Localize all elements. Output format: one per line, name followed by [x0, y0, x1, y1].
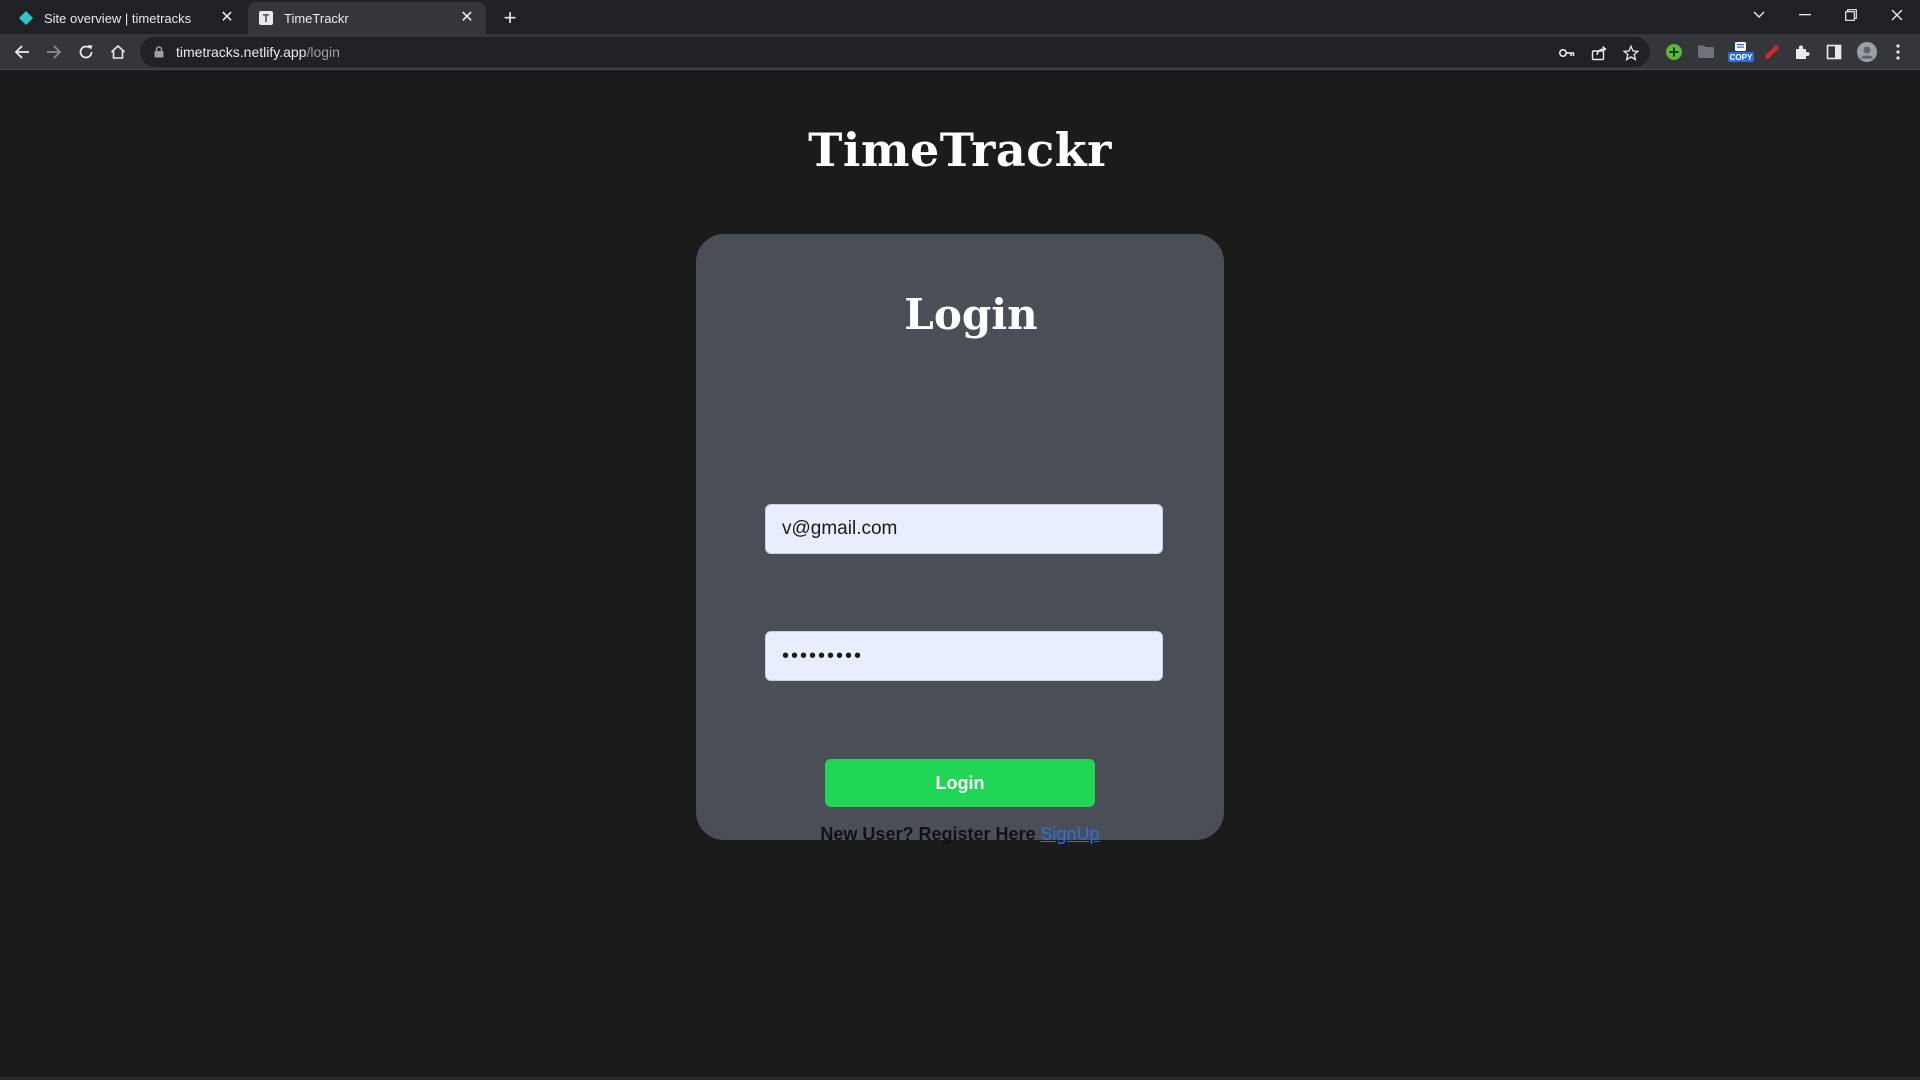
register-prompt: New User? Register Here SignUp [696, 824, 1224, 845]
profile-avatar-icon[interactable] [1856, 41, 1878, 63]
kebab-menu-icon[interactable] [1888, 42, 1908, 62]
minimize-icon[interactable] [1782, 0, 1828, 30]
key-icon[interactable] [1558, 44, 1576, 62]
signup-link[interactable]: SignUp [1041, 824, 1100, 844]
lock-icon[interactable] [152, 45, 166, 59]
green-plus-extension-icon[interactable] [1664, 42, 1684, 62]
password-field[interactable]: ••••••••• [765, 631, 1163, 681]
tab-site-overview[interactable]: Site overview | timetracks ✕ [8, 2, 246, 34]
reload-icon[interactable] [72, 38, 100, 66]
browser-toolbar: timetracks.netlify.app/login COPY [0, 34, 1920, 70]
close-tab-icon[interactable]: ✕ [458, 9, 476, 27]
puzzle-extensions-icon[interactable] [1792, 42, 1812, 62]
red-pen-extension-icon[interactable] [1762, 42, 1782, 62]
back-icon[interactable] [8, 38, 36, 66]
bookmark-star-icon[interactable] [1622, 44, 1640, 62]
folder-extension-icon[interactable] [1696, 42, 1716, 62]
tab-title: TimeTrackr [284, 10, 349, 26]
page-icon [258, 10, 274, 26]
address-bar[interactable]: timetracks.netlify.app/login [140, 37, 1650, 67]
copy-extension-icon[interactable]: COPY [1728, 42, 1754, 62]
forward-icon[interactable] [40, 38, 68, 66]
share-icon[interactable] [1590, 44, 1608, 62]
tab-timetrackr[interactable]: TimeTrackr ✕ [248, 2, 486, 34]
browser-tab-bar: Site overview | timetracks ✕ TimeTrackr … [0, 0, 1920, 34]
tab-search-icon[interactable] [1736, 0, 1782, 30]
register-text: New User? Register Here [820, 824, 1041, 844]
url-host: timetracks.netlify.app [176, 44, 307, 60]
svg-text:COPY: COPY [1730, 53, 1753, 62]
close-tab-icon[interactable]: ✕ [218, 9, 236, 27]
restore-icon[interactable] [1828, 0, 1874, 30]
home-icon[interactable] [104, 38, 132, 66]
side-panel-icon[interactable] [1824, 42, 1844, 62]
close-window-icon[interactable] [1874, 0, 1920, 30]
url-path: /login [306, 44, 340, 60]
new-tab-button[interactable]: + [498, 6, 522, 30]
login-card: Login v@gmail.com ••••••••• Login New Us… [696, 234, 1224, 844]
page-content: TimeTrackr Login v@gmail.com ••••••••• L… [0, 71, 1920, 1080]
email-field[interactable]: v@gmail.com [765, 504, 1163, 554]
netlify-diamond-icon [18, 10, 34, 26]
url-text: timetracks.netlify.app/login [176, 44, 340, 60]
tab-title: Site overview | timetracks [44, 10, 192, 26]
login-button[interactable]: Login [825, 759, 1095, 807]
login-heading: Login [904, 290, 1038, 339]
app-title: TimeTrackr [808, 123, 1112, 177]
